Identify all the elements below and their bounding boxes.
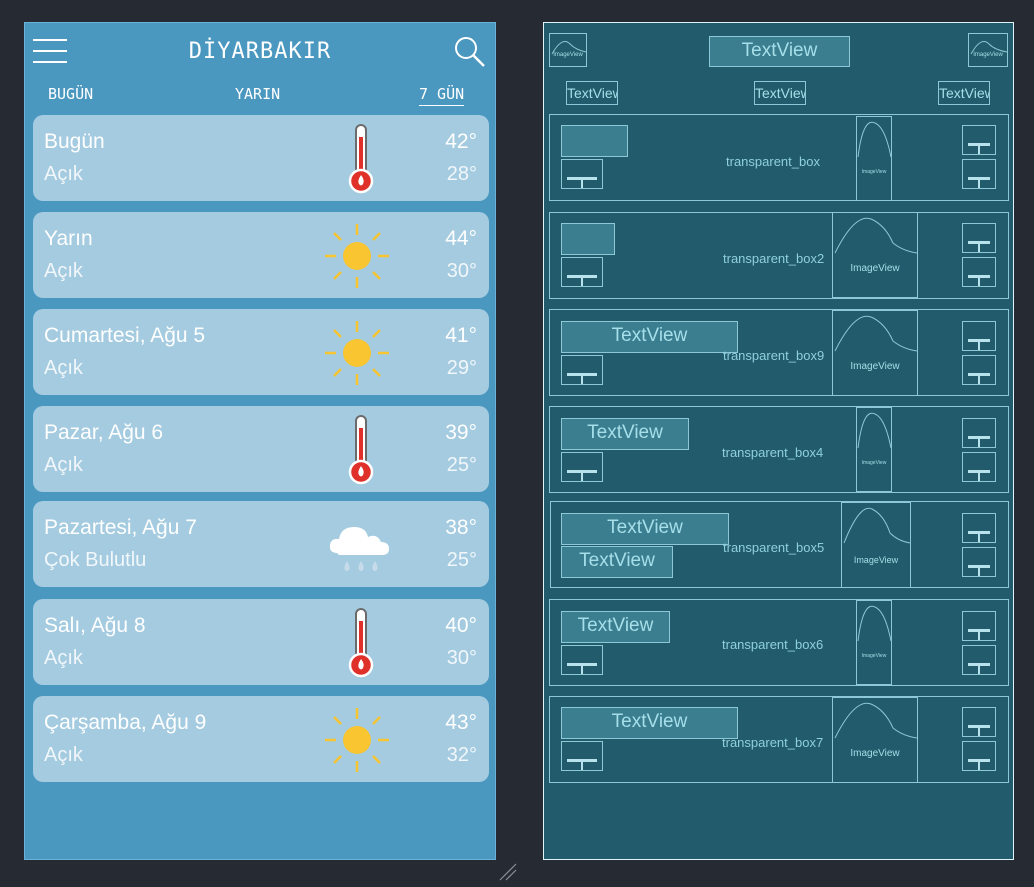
blueprint-box-label: transparent_box4 — [722, 445, 824, 460]
thermometer-icon — [348, 608, 374, 678]
blueprint-preview: ImageView TextView ImageView TextView Te… — [543, 22, 1014, 860]
blueprint-tab-textview[interactable]: TextView — [754, 81, 806, 105]
forecast-day: Pazartesi, Ağu 7 — [44, 516, 197, 539]
forecast-day: Salı, Ağu 8 — [44, 614, 146, 637]
forecast-condition: Açık — [44, 647, 83, 669]
forecast-low: 28° — [446, 163, 477, 185]
sun-icon — [325, 708, 389, 772]
forecast-high: 41° — [445, 324, 477, 347]
blueprint-box-label: transparent_box7 — [722, 735, 824, 750]
blueprint-textview[interactable] — [962, 513, 996, 543]
blueprint-textview[interactable] — [962, 321, 996, 351]
blueprint-textview[interactable] — [561, 257, 603, 287]
blueprint-textview[interactable] — [561, 355, 603, 385]
forecast-low: 25° — [446, 549, 477, 571]
forecast-card[interactable]: Pazar, Ağu 6 Açık 39° 25° — [33, 406, 489, 492]
blueprint-textview[interactable] — [561, 645, 603, 675]
thermometer-icon — [348, 415, 374, 485]
forecast-condition: Açık — [44, 260, 83, 282]
blueprint-textview[interactable] — [561, 452, 603, 482]
blueprint-tab-textview[interactable]: TextView — [566, 81, 618, 105]
blueprint-imageview[interactable]: ImageView — [841, 502, 911, 588]
blueprint-textview[interactable] — [561, 125, 628, 157]
forecast-condition: Açık — [44, 357, 83, 379]
blueprint-textview[interactable]: TextView — [561, 418, 689, 450]
blueprint-box-label: transparent_box2 — [723, 251, 825, 266]
blueprint-imageview[interactable]: ImageView — [856, 116, 892, 201]
blueprint-imageview[interactable]: ImageView — [856, 407, 892, 492]
blueprint-textview[interactable] — [962, 645, 996, 675]
blueprint-imageview[interactable]: ImageView — [832, 697, 918, 783]
resize-handle-icon[interactable] — [498, 862, 518, 882]
design-preview: DİYARBAKIR BUGÜN YARIN 7 GÜN Bugün Açık … — [24, 22, 496, 860]
forecast-day: Pazar, Ağu 6 — [44, 421, 164, 444]
blueprint-textview[interactable]: TextView — [561, 707, 738, 739]
forecast-low: 29° — [446, 357, 477, 379]
forecast-high: 43° — [445, 711, 477, 734]
blueprint-box-label: transparent_box5 — [723, 540, 825, 555]
thermometer-icon — [348, 124, 374, 194]
blueprint-textview[interactable] — [962, 355, 996, 385]
forecast-card[interactable]: Cumartesi, Ağu 5 Açık 41° 29° — [33, 309, 489, 395]
blueprint-textview[interactable]: TextView — [561, 546, 673, 578]
blueprint-imageview[interactable]: ImageView — [832, 212, 918, 298]
blueprint-textview[interactable]: TextView — [561, 513, 729, 545]
forecast-day: Çarşamba, Ağu 9 — [44, 711, 207, 734]
rain-cloud-icon — [329, 527, 389, 571]
forecast-card[interactable]: Çarşamba, Ağu 9 Açık 43° 32° — [33, 696, 489, 782]
blueprint-title-textview[interactable]: TextView — [709, 36, 850, 67]
forecast-high: 39° — [445, 421, 477, 444]
blueprint-box-label: transparent_box — [726, 154, 820, 169]
forecast-condition: Açık — [44, 454, 83, 476]
tab-tomorrow[interactable]: YARIN — [235, 85, 280, 105]
blueprint-box-label: transparent_box9 — [723, 348, 825, 363]
forecast-card[interactable]: Yarın Açık 44° 30° — [33, 212, 489, 298]
tab-bar: BUGÜN YARIN 7 GÜN — [25, 85, 495, 107]
forecast-condition: Açık — [44, 163, 83, 185]
blueprint-textview[interactable] — [962, 707, 996, 737]
blueprint-textview[interactable] — [962, 223, 996, 253]
blueprint-imageview[interactable]: ImageView — [549, 33, 587, 67]
forecast-day: Yarın — [44, 227, 93, 250]
blueprint-textview[interactable] — [561, 159, 603, 189]
tab-today[interactable]: BUGÜN — [48, 85, 93, 105]
blueprint-box-label: transparent_box6 — [722, 637, 824, 652]
blueprint-tab-textview[interactable]: TextView — [938, 81, 990, 105]
blueprint-imageview[interactable]: ImageView — [968, 33, 1008, 67]
forecast-condition: Çok Bulutlu — [44, 549, 147, 571]
blueprint-textview[interactable] — [962, 418, 996, 448]
blueprint-textview[interactable]: TextView — [561, 321, 738, 353]
search-icon[interactable] — [453, 35, 487, 69]
forecast-card[interactable]: Bugün Açık 42° 28° — [33, 115, 489, 201]
blueprint-textview[interactable] — [561, 741, 603, 771]
blueprint-textview[interactable] — [962, 741, 996, 771]
forecast-day: Cumartesi, Ağu 5 — [44, 324, 206, 347]
blueprint-textview[interactable] — [962, 125, 996, 155]
sun-icon — [325, 321, 389, 385]
forecast-high: 38° — [445, 516, 477, 539]
forecast-high: 42° — [445, 130, 477, 153]
forecast-low: 30° — [446, 647, 477, 669]
blueprint-textview[interactable] — [962, 257, 996, 287]
forecast-low: 32° — [446, 744, 477, 766]
blueprint-textview[interactable]: TextView — [561, 611, 670, 643]
blueprint-textview[interactable] — [962, 452, 996, 482]
tab-7-days[interactable]: 7 GÜN — [419, 85, 465, 106]
blueprint-imageview[interactable]: ImageView — [856, 600, 892, 685]
forecast-condition: Açık — [44, 744, 83, 766]
forecast-low: 30° — [446, 260, 477, 282]
forecast-low: 25° — [446, 454, 477, 476]
blueprint-textview[interactable] — [561, 223, 615, 255]
forecast-day: Bugün — [44, 130, 105, 153]
blueprint-imageview[interactable]: ImageView — [832, 310, 918, 396]
blueprint-textview[interactable] — [962, 159, 996, 189]
city-title: DİYARBAKIR — [188, 39, 332, 64]
forecast-high: 40° — [445, 614, 477, 637]
forecast-high: 44° — [445, 227, 477, 250]
forecast-card[interactable]: Salı, Ağu 8 Açık 40° 30° — [33, 599, 489, 685]
blueprint-textview[interactable] — [962, 547, 996, 577]
sun-icon — [325, 224, 389, 288]
blueprint-textview[interactable] — [962, 611, 996, 641]
forecast-card[interactable]: Pazartesi, Ağu 7 Çok Bulutlu 38° 25° — [33, 501, 489, 587]
